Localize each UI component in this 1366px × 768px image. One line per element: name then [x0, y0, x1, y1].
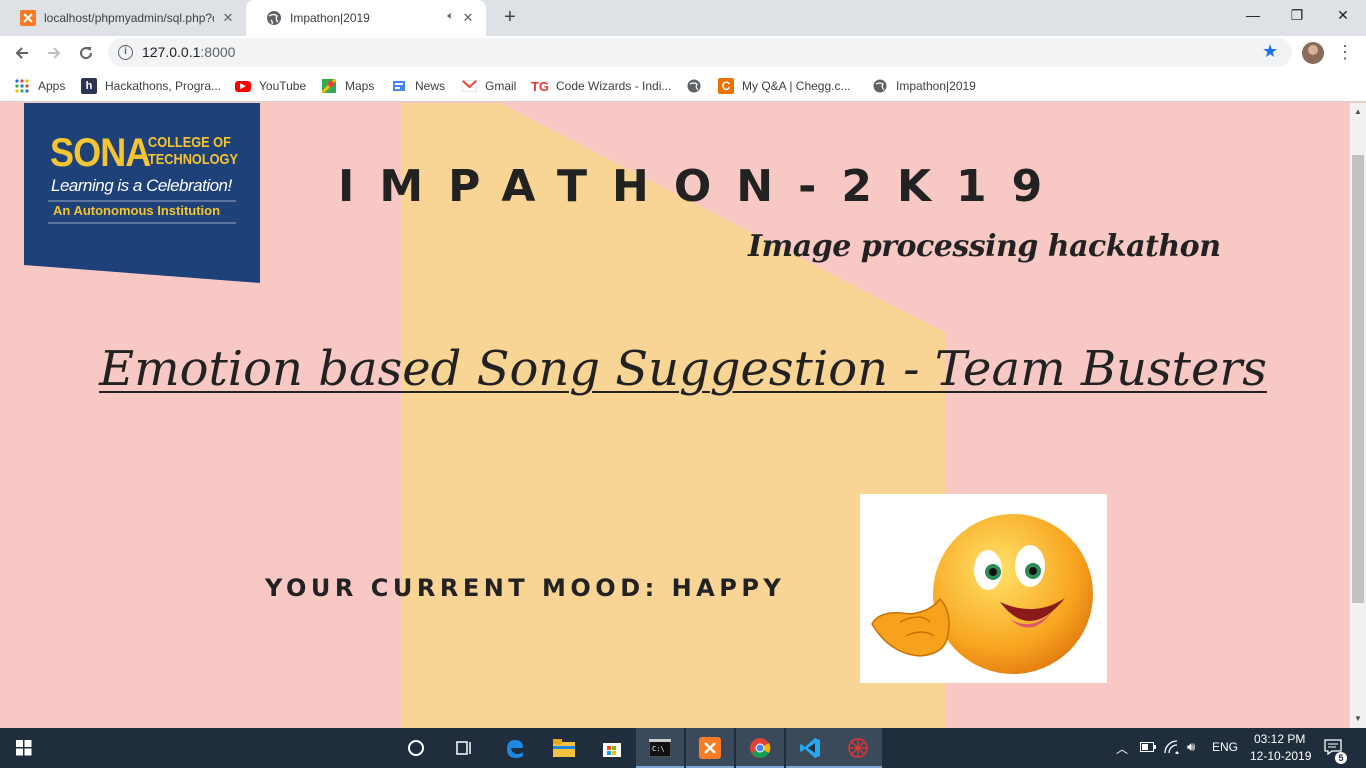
cortana-icon[interactable] [392, 728, 440, 768]
vscode-icon[interactable] [786, 728, 834, 768]
menu-dots-icon[interactable]: ⋮ [1336, 41, 1354, 63]
bookmark-globe[interactable] [686, 76, 710, 96]
apps-grid-icon [14, 78, 30, 94]
reload-icon[interactable] [72, 39, 100, 67]
windows-taskbar: C:\ ︿ 🔊︎ ENG 03:12 PM 12-10-2019 5 [0, 728, 1366, 768]
close-icon[interactable]: ✕ [220, 10, 236, 26]
globe-icon [266, 10, 282, 26]
mood-label: YOUR CURRENT MOOD: HAPPY [265, 574, 786, 602]
chegg-icon: C [718, 78, 734, 94]
bookmark-label: News [415, 79, 446, 93]
maps-icon [321, 78, 337, 94]
gmail-icon [461, 78, 477, 94]
back-arrow-icon[interactable] [8, 39, 36, 67]
bookmark-star-icon[interactable]: ★ [1262, 41, 1278, 62]
page-scrollbar[interactable]: ▲ ▼ [1350, 103, 1366, 728]
scrollbar-thumb[interactable] [1352, 155, 1364, 603]
clock-time[interactable]: 03:12 PM [1254, 732, 1305, 746]
tab-title: localhost/phpmyadmin/sql.php?db= [44, 11, 214, 25]
battery-icon[interactable] [1140, 741, 1156, 755]
youtube-icon: ▶ [235, 80, 251, 92]
bookmark-apps[interactable]: Apps [14, 76, 65, 96]
bookmark-maps[interactable]: Maps [321, 76, 374, 96]
close-window-button[interactable]: ✕ [1320, 0, 1366, 30]
globe-icon [686, 78, 702, 94]
speaker-icon[interactable]: 🔈︎ [447, 10, 454, 23]
bookmark-label: Apps [38, 79, 66, 93]
xampp-icon[interactable] [686, 728, 734, 768]
tab-impathon[interactable]: Impathon|2019 🔈︎ ✕ [246, 0, 486, 36]
logo-college-name: COLLEGE OF TECHNOLOGY [148, 134, 238, 168]
volume-icon[interactable]: 🔊︎ [1187, 739, 1195, 755]
notification-count-badge: 5 [1335, 752, 1347, 764]
bookmark-label: Maps [345, 79, 375, 93]
spider-app-icon[interactable] [834, 728, 882, 768]
news-icon [391, 78, 407, 94]
bookmarks-bar: Apps h Hackathons, Progra... ▶ YouTube M… [0, 70, 1366, 102]
url-text[interactable]: 127.0.0.1:8000 [142, 44, 235, 60]
logo-tagline: Learning is a Celebration! [51, 176, 232, 195]
logo-brand: SONA [50, 131, 151, 175]
bookmark-impathon[interactable]: Impathon|2019 [872, 76, 976, 96]
happy-emoji-icon [871, 514, 1093, 674]
file-explorer-icon[interactable] [540, 728, 588, 768]
project-title: Emotion based Song Suggestion - Team Bus… [99, 341, 1267, 397]
language-indicator[interactable]: ENG [1212, 740, 1238, 754]
forward-arrow-icon[interactable] [40, 39, 68, 67]
maximize-button[interactable]: ❐ [1274, 0, 1320, 30]
clock-date[interactable]: 12-10-2019 [1250, 749, 1311, 763]
tab-phpmyadmin[interactable]: localhost/phpmyadmin/sql.php?db= ✕ [0, 0, 246, 36]
page-content: SONA COLLEGE OF TECHNOLOGY Learning is a… [0, 103, 1350, 728]
store-icon[interactable] [588, 728, 636, 768]
bookmark-label: Hackathons, Progra... [105, 79, 222, 93]
bookmark-youtube[interactable]: ▶ YouTube [235, 76, 306, 96]
scroll-down-icon[interactable]: ▼ [1354, 714, 1362, 723]
chrome-icon[interactable] [736, 728, 784, 768]
event-subtitle: Image processing hackathon [748, 229, 1221, 264]
bookmark-label: Code Wizards - Indi... [556, 79, 672, 93]
event-title: IMPATHON-2K19 [338, 161, 1068, 212]
new-tab-button[interactable]: + [498, 6, 522, 30]
info-icon[interactable]: i [118, 45, 133, 60]
bookmark-code-wizards[interactable]: TG Code Wizards - Indi... [530, 76, 672, 96]
bookmark-gmail[interactable]: Gmail [461, 76, 516, 96]
wifi-icon[interactable] [1164, 740, 1180, 757]
windows-start-icon[interactable] [0, 728, 48, 768]
task-view-icon[interactable] [440, 728, 488, 768]
bookmark-label: My Q&A | Chegg.c... [742, 79, 851, 93]
xampp-icon [20, 10, 36, 26]
globe-icon [872, 78, 888, 94]
terminal-icon[interactable]: C:\ [636, 728, 684, 768]
bookmark-label: Impathon|2019 [896, 79, 976, 93]
bookmark-chegg[interactable]: C My Q&A | Chegg.c... [718, 76, 851, 96]
tab-strip: localhost/phpmyadmin/sql.php?db= ✕ Impat… [0, 0, 1366, 36]
college-logo: SONA COLLEGE OF TECHNOLOGY Learning is a… [24, 103, 260, 283]
logo-autonomous-label: An Autonomous Institution [53, 203, 221, 218]
bookmark-label: YouTube [259, 79, 307, 93]
mood-image [860, 494, 1107, 683]
bookmark-news[interactable]: News [391, 76, 445, 96]
tg-icon: TG [530, 78, 550, 94]
svg-text:C:\: C:\ [652, 745, 665, 753]
avatar[interactable] [1302, 42, 1324, 64]
bookmark-hackathons[interactable]: h Hackathons, Progra... [81, 76, 221, 96]
bookmark-label: Gmail [485, 79, 517, 93]
edge-icon[interactable] [490, 728, 538, 768]
minimize-button[interactable]: — [1230, 0, 1276, 30]
close-icon[interactable]: ✕ [460, 10, 476, 26]
show-hidden-icons-icon[interactable]: ︿ [1116, 740, 1128, 757]
hackerearth-icon: h [81, 78, 97, 94]
address-bar[interactable]: i 127.0.0.1:8000 [108, 38, 1292, 67]
tab-title: Impathon|2019 [290, 11, 370, 25]
scroll-up-icon[interactable]: ▲ [1354, 107, 1362, 116]
browser-toolbar: i 127.0.0.1:8000 ★ ⋮ [0, 36, 1366, 70]
